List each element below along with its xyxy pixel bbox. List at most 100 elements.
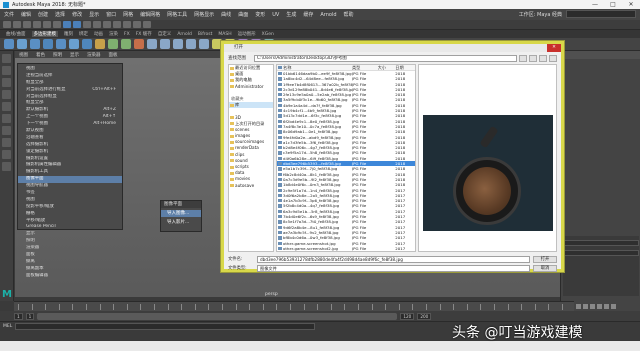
context-menu-item[interactable]: 选择摄影机 [18, 142, 122, 149]
menu-edit-mesh[interactable]: 编辑网格 [140, 11, 160, 18]
menu-windows[interactable]: 窗口 [106, 11, 116, 18]
snap-curve-icon[interactable] [103, 21, 111, 28]
step-forward-icon[interactable] [604, 303, 609, 309]
context-menu-item[interactable]: 撕离 [18, 259, 122, 266]
cancel-button[interactable]: 取消 [533, 264, 557, 272]
boolean-icon[interactable] [134, 39, 144, 49]
shelf-tab-mash[interactable]: MASH [218, 32, 231, 37]
context-menu-item[interactable]: 书签 [18, 190, 122, 197]
poly-torus-icon[interactable] [56, 39, 66, 49]
path-field[interactable]: C:\Users\Administrator\Desktop\3D\参考图 [254, 54, 517, 62]
go-to-start-icon[interactable] [576, 303, 581, 309]
panel-menu-view[interactable]: 视图 [19, 52, 28, 58]
menu-select[interactable]: 选择 [55, 11, 65, 18]
rotate-tool-icon[interactable] [2, 102, 11, 111]
shelf-tab-sculpting[interactable]: 雕刻 [64, 31, 73, 37]
shelf-tab-fx[interactable]: FX [124, 32, 130, 37]
last-tool-icon[interactable] [2, 126, 11, 135]
command-input[interactable] [15, 323, 316, 330]
shelf-tab-curves[interactable]: 曲线/曲面 [6, 31, 26, 37]
workspace-selector[interactable]: 工作区: Maya 经典 [519, 11, 562, 18]
context-menu-item[interactable]: 视图 [18, 197, 122, 204]
context-menu-item[interactable]: 沿轴查看 [18, 135, 122, 142]
start-time-field[interactable]: 1 [14, 312, 23, 320]
open-scene-icon[interactable] [23, 21, 31, 28]
poly-cube-icon[interactable] [17, 39, 27, 49]
context-menu-item[interactable]: 栅格 [18, 211, 122, 218]
shelf-tab-fx-caching[interactable]: FX 缓存 [136, 31, 152, 37]
render-settings-icon[interactable] [143, 21, 151, 28]
context-menu-item[interactable]: 视图 [18, 66, 122, 73]
bridge-icon[interactable] [173, 39, 183, 49]
mode-selector-icon[interactable] [3, 21, 11, 28]
menu-edit[interactable]: 编辑 [21, 11, 31, 18]
separate-icon[interactable] [121, 39, 131, 49]
filename-field[interactable]: dbd3ee796b53931278dfb2880de4fa4f2d498d4a… [257, 255, 530, 263]
shelf-tab-motion-graphics[interactable]: 运动图形 [238, 31, 256, 37]
menu-mesh-tools[interactable]: 网格工具 [167, 11, 187, 18]
shelf-tab-animation[interactable]: 动画 [94, 31, 103, 37]
menu-mesh-display[interactable]: 网格显示 [194, 11, 214, 18]
import-movie-item[interactable]: 导入影片... [161, 219, 201, 226]
up-folder-icon[interactable] [529, 54, 537, 62]
file-row[interactable]: other-game-screenshot2.jpg JPG File 2017 [277, 246, 415, 251]
menu-deform[interactable]: 变形 [255, 11, 265, 18]
menu-uv[interactable]: UV [272, 12, 279, 18]
menu-file[interactable]: 文件 [4, 11, 14, 18]
select-component-icon[interactable] [83, 21, 91, 28]
panel-menu-panels[interactable]: 面板 [109, 52, 118, 58]
lasso-tool-icon[interactable] [2, 66, 11, 75]
menu-surfaces[interactable]: 曲面 [238, 11, 248, 18]
shelf-tab-poly-modeling[interactable]: 多边形建模 [31, 31, 59, 37]
menu-create[interactable]: 创建 [38, 11, 48, 18]
maximize-button[interactable]: □ [604, 0, 622, 9]
panel-menu-shading[interactable]: 着色 [36, 52, 45, 58]
context-menu-item[interactable]: 显示 [18, 231, 122, 238]
snap-grid-icon[interactable] [93, 21, 101, 28]
menu-cache[interactable]: 缓存 [303, 11, 313, 18]
time-slider[interactable] [14, 301, 574, 311]
play-forward-icon[interactable] [597, 303, 602, 309]
context-menu-item[interactable]: 视图导航器 [18, 183, 122, 190]
context-menu-item[interactable]: 框显全部 [18, 80, 122, 87]
close-window-button[interactable]: ✕ [622, 0, 640, 9]
end-time-field[interactable]: 200 [417, 312, 432, 320]
new-folder-icon[interactable] [539, 54, 547, 62]
poly-sphere-icon[interactable] [4, 39, 14, 49]
context-menu-item[interactable]: 框显全部 [18, 100, 122, 107]
render-icon[interactable] [123, 21, 131, 28]
poly-disc-icon[interactable] [82, 39, 92, 49]
scale-tool-icon[interactable] [2, 114, 11, 123]
context-menu-item[interactable]: 照明 [18, 238, 122, 245]
panel-menu-lighting[interactable]: 照明 [53, 52, 62, 58]
menu-arnold[interactable]: Arnold [320, 12, 336, 18]
search-field[interactable] [566, 10, 636, 18]
context-menu-item[interactable]: 摄影机属性编辑器 [18, 162, 122, 169]
layout-single-icon[interactable] [2, 138, 11, 147]
nav-item[interactable]: autosave [229, 183, 273, 189]
back-icon[interactable] [519, 54, 527, 62]
layer-row[interactable] [563, 250, 639, 256]
menu-generate[interactable]: 生成 [286, 11, 296, 18]
menu-mesh[interactable]: 网格 [123, 11, 133, 18]
menu-curves[interactable]: 曲线 [221, 11, 231, 18]
context-menu-item[interactable]: 对当前选择进行框显 Ctrl+Alt+F [18, 87, 122, 94]
column-name[interactable]: 名称 [277, 65, 352, 70]
range-start-field[interactable]: 1 [25, 312, 35, 320]
context-menu-item[interactable]: 对当前选择框显 [18, 94, 122, 101]
context-menu-item[interactable]: 平移/缩放 [18, 218, 122, 225]
minimize-button[interactable]: — [586, 0, 604, 9]
context-menu-item[interactable]: 默认摄影机 Alt+Z [18, 107, 122, 114]
context-menu-item[interactable]: 锁定摄影机 [18, 149, 122, 156]
select-object-icon[interactable] [73, 21, 81, 28]
ipr-render-icon[interactable] [133, 21, 141, 28]
context-menu-item[interactable]: Grease Pencil [18, 224, 122, 231]
context-menu-item[interactable]: 摄影机设置 [18, 156, 122, 163]
mel-label[interactable]: MEL [3, 324, 12, 329]
import-image-item[interactable]: 导入图像... [161, 210, 201, 217]
context-menu-item[interactable]: 下一个视图 Alt+Home [18, 121, 122, 128]
poly-plane-icon[interactable] [69, 39, 79, 49]
range-slider[interactable] [37, 312, 398, 320]
open-button[interactable]: 打开 [533, 255, 557, 263]
save-scene-icon[interactable] [33, 21, 41, 28]
